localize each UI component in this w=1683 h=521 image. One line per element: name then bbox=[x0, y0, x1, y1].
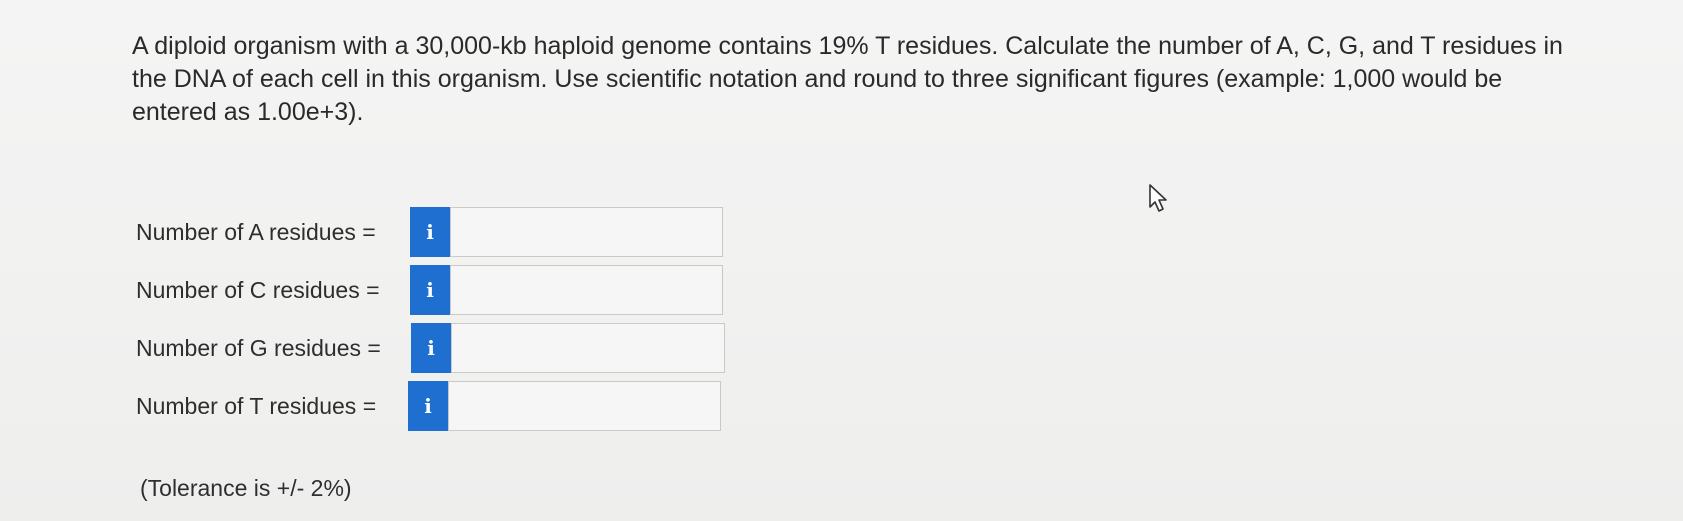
info-icon[interactable]: i bbox=[410, 265, 450, 315]
answer-input-g[interactable] bbox=[451, 323, 725, 373]
answer-input-t[interactable] bbox=[448, 381, 721, 431]
field-row-a: Number of A residues = bbox=[136, 207, 376, 257]
field-row-c: Number of C residues = bbox=[136, 265, 380, 315]
field-label-g: Number of G residues = bbox=[136, 334, 381, 361]
answer-input-c[interactable] bbox=[450, 265, 723, 315]
field-label-c: Number of C residues = bbox=[136, 276, 380, 303]
tolerance-note: (Tolerance is +/- 2%) bbox=[140, 475, 352, 501]
field-row-t: Number of T residues = bbox=[136, 381, 376, 431]
info-icon[interactable]: i bbox=[411, 323, 451, 373]
info-icon[interactable]: i bbox=[408, 381, 448, 431]
info-icon[interactable]: i bbox=[410, 207, 450, 257]
answer-input-a[interactable] bbox=[450, 207, 723, 257]
question-text: A diploid organism with a 30,000-kb hapl… bbox=[132, 32, 1563, 126]
mouse-pointer-icon bbox=[1149, 184, 1167, 212]
field-label-a: Number of A residues = bbox=[136, 218, 376, 245]
field-label-t: Number of T residues = bbox=[136, 392, 377, 419]
field-row-g: Number of G residues = bbox=[136, 323, 381, 373]
